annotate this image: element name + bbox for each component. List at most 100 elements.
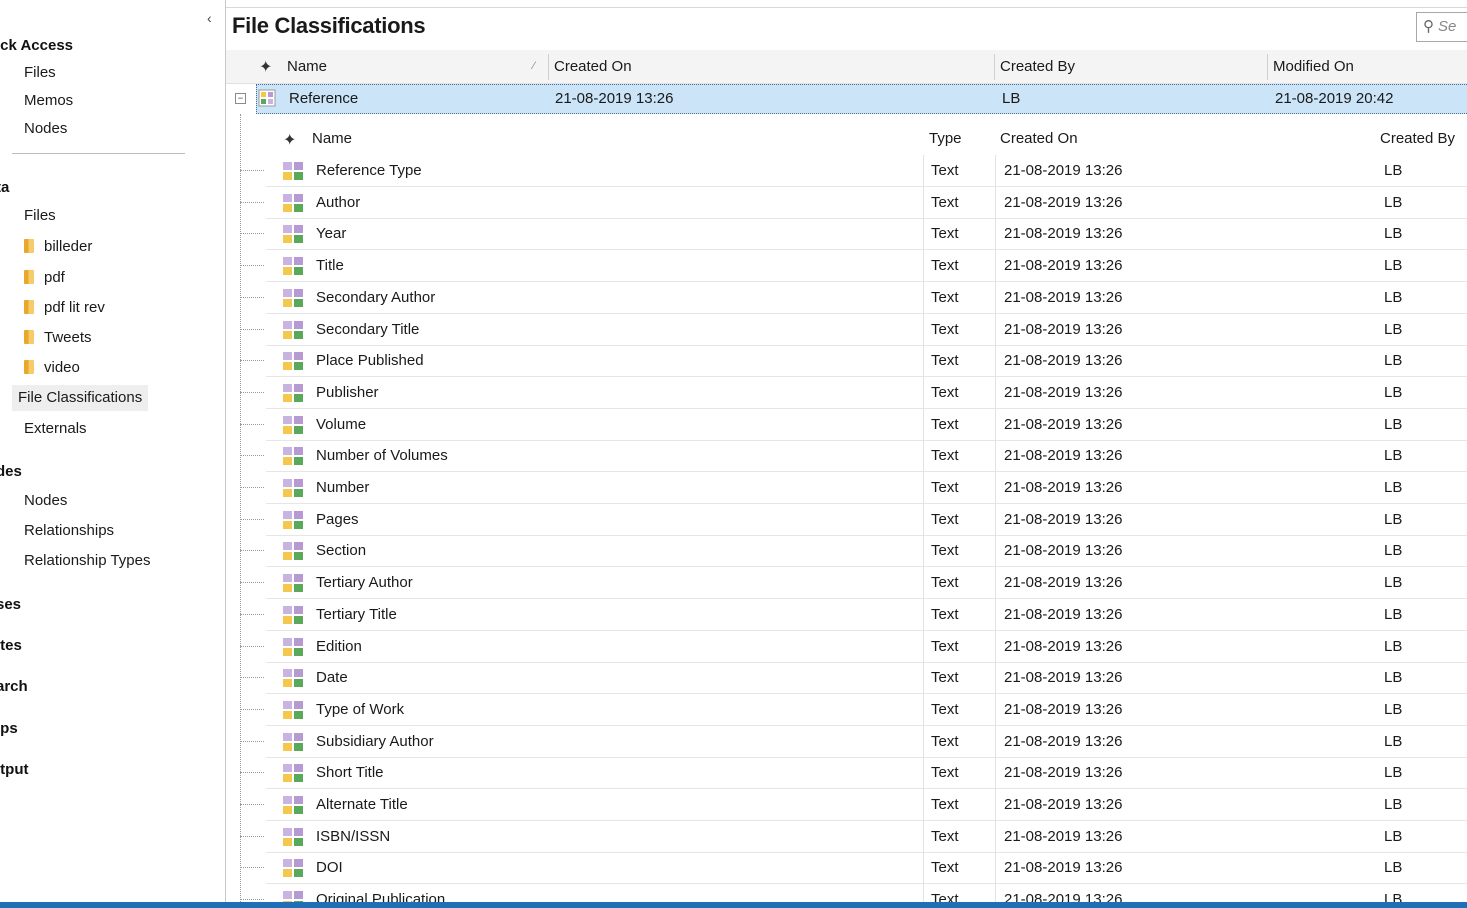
- nav-item-quick-nodes[interactable]: Nodes: [18, 116, 73, 142]
- nav-item-quick-memos[interactable]: Memos: [18, 88, 79, 114]
- attribute-icon: [283, 828, 303, 846]
- attribute-row[interactable]: ISBN/ISSN Text 21-08-2019 13:26 LB: [240, 821, 1467, 853]
- column-divider: [995, 662, 996, 693]
- column-header-created-on[interactable]: Created On: [554, 50, 632, 83]
- attribute-row[interactable]: Pages Text 21-08-2019 13:26 LB: [240, 504, 1467, 536]
- column-divider[interactable]: [994, 54, 995, 80]
- classification-row-reference[interactable]: Reference 21-08-2019 13:26 LB 21-08-2019…: [256, 84, 1467, 114]
- nav-folder-billeder[interactable]: billeder: [18, 234, 98, 260]
- collapse-nav-icon[interactable]: ‹: [207, 10, 212, 26]
- nav-section-notes[interactable]: ıtes: [0, 637, 22, 654]
- attribute-row[interactable]: Author Text 21-08-2019 13:26 LB: [240, 187, 1467, 219]
- attribute-name: Secondary Author: [316, 289, 436, 306]
- column-header-name[interactable]: Name: [287, 50, 327, 83]
- column-divider: [923, 662, 924, 693]
- attribute-type: Text: [931, 257, 959, 274]
- nav-item-externals[interactable]: Externals: [18, 416, 93, 442]
- pin-icon[interactable]: ✦: [283, 130, 296, 150]
- classification-icon: [258, 89, 276, 107]
- nav-section-quick-access[interactable]: ick Access: [0, 37, 73, 54]
- column-divider[interactable]: [548, 54, 549, 80]
- attribute-row[interactable]: Secondary Author Text 21-08-2019 13:26 LB: [240, 282, 1467, 314]
- column-header-created-by[interactable]: Created By: [1000, 50, 1075, 83]
- attribute-row[interactable]: Alternate Title Text 21-08-2019 13:26 LB: [240, 789, 1467, 821]
- nav-section-maps[interactable]: ıps: [0, 720, 18, 737]
- attribute-row[interactable]: Reference Type Text 21-08-2019 13:26 LB: [240, 155, 1467, 187]
- nav-item-codes-nodes[interactable]: Nodes: [18, 488, 73, 514]
- column-divider: [923, 409, 924, 440]
- column-divider: [923, 726, 924, 757]
- attribute-created-by: LB: [1384, 289, 1403, 306]
- attribute-created-by: LB: [1384, 479, 1403, 496]
- nav-section-output[interactable]: ıtput: [0, 761, 28, 778]
- attribute-row[interactable]: Tertiary Author Text 21-08-2019 13:26 LB: [240, 567, 1467, 599]
- search-input[interactable]: ⚲ Se: [1416, 12, 1467, 42]
- attribute-icon: [283, 352, 303, 370]
- column-divider: [923, 789, 924, 820]
- attribute-icon: [283, 289, 303, 307]
- column-divider: [995, 250, 996, 281]
- attribute-type: Text: [931, 733, 959, 750]
- attribute-row[interactable]: Type of Work Text 21-08-2019 13:26 LB: [240, 694, 1467, 726]
- nav-item-relationships[interactable]: Relationships: [18, 518, 120, 544]
- attribute-row[interactable]: Year Text 21-08-2019 13:26 LB: [240, 218, 1467, 250]
- nav-section-data[interactable]: ta: [0, 179, 9, 196]
- attribute-row[interactable]: Section Text 21-08-2019 13:26 LB: [240, 535, 1467, 567]
- column-divider: [923, 440, 924, 471]
- attribute-row[interactable]: Number of Volumes Text 21-08-2019 13:26 LB: [240, 440, 1467, 472]
- tree-connector-line: [240, 487, 264, 488]
- tree-connector-line: [240, 519, 264, 520]
- attr-column-header-created-on[interactable]: Created On: [1000, 122, 1078, 156]
- attribute-row[interactable]: Title Text 21-08-2019 13:26 LB: [240, 250, 1467, 282]
- attribute-row[interactable]: Secondary Title Text 21-08-2019 13:26 LB: [240, 314, 1467, 346]
- pin-icon[interactable]: ✦: [259, 57, 272, 77]
- attr-column-header-type[interactable]: Type: [929, 122, 962, 156]
- attribute-created-on: 21-08-2019 13:26: [1004, 606, 1123, 623]
- attribute-row[interactable]: Place Published Text 21-08-2019 13:26 LB: [240, 345, 1467, 377]
- tree-connector-line: [240, 550, 264, 551]
- attr-column-header-name[interactable]: Name: [312, 122, 352, 156]
- attribute-type: Text: [931, 384, 959, 401]
- attribute-row[interactable]: Number Text 21-08-2019 13:26 LB: [240, 472, 1467, 504]
- attribute-row[interactable]: Publisher Text 21-08-2019 13:26 LB: [240, 377, 1467, 409]
- nav-folder-video[interactable]: video: [18, 355, 86, 381]
- nav-section-codes[interactable]: des: [0, 463, 22, 480]
- attribute-row[interactable]: Edition Text 21-08-2019 13:26 LB: [240, 631, 1467, 663]
- nav-section-cases[interactable]: ses: [0, 596, 21, 613]
- nav-item-quick-files[interactable]: Files: [18, 60, 62, 86]
- column-divider: [995, 345, 996, 376]
- collapse-minus-icon[interactable]: −: [235, 93, 246, 104]
- nav-divider: [12, 153, 185, 154]
- attribute-row[interactable]: Volume Text 21-08-2019 13:26 LB: [240, 409, 1467, 441]
- attribute-type: Text: [931, 859, 959, 876]
- attribute-created-by: LB: [1384, 606, 1403, 623]
- main-content: File Classifications ⚲ Se ✦ Name ⁄ Create…: [226, 0, 1467, 902]
- attribute-row[interactable]: Original Publication Text 21-08-2019 13:26…: [240, 884, 1467, 902]
- attribute-row[interactable]: DOI Text 21-08-2019 13:26 LB: [240, 852, 1467, 884]
- attribute-created-by: LB: [1384, 321, 1403, 338]
- column-divider: [923, 282, 924, 313]
- tree-connector-line: [240, 804, 264, 805]
- attr-column-header-created-by[interactable]: Created By: [1380, 122, 1455, 156]
- attribute-row[interactable]: Subsidiary Author Text 21-08-2019 13:26 LB: [240, 726, 1467, 758]
- nav-item-file-classifications[interactable]: File Classifications: [12, 385, 149, 411]
- attribute-row[interactable]: Date Text 21-08-2019 13:26 LB: [240, 662, 1467, 694]
- attribute-name: ISBN/ISSN: [316, 828, 391, 845]
- attribute-row[interactable]: Tertiary Title Text 21-08-2019 13:26 LB: [240, 599, 1467, 631]
- attribute-row[interactable]: Short Title Text 21-08-2019 13:26 LB: [240, 757, 1467, 789]
- attribute-name: Section: [316, 542, 367, 559]
- nav-item-relationship-types[interactable]: Relationship Types: [18, 548, 156, 574]
- column-divider: [995, 852, 996, 883]
- attribute-type: Text: [931, 764, 959, 781]
- column-divider[interactable]: [1267, 54, 1268, 80]
- nav-folder-pdf[interactable]: pdf: [18, 265, 71, 291]
- nav-folder-tweets[interactable]: Tweets: [18, 325, 98, 351]
- column-divider: [995, 155, 996, 186]
- attribute-icon: [283, 257, 303, 275]
- top-divider: [226, 7, 1467, 8]
- attribute-icon: [283, 479, 303, 497]
- nav-item-data-files[interactable]: Files: [18, 203, 62, 229]
- nav-section-search[interactable]: arch: [0, 678, 28, 695]
- column-header-modified-on[interactable]: Modified On: [1273, 50, 1354, 83]
- nav-folder-pdf-lit-rev[interactable]: pdf lit rev: [18, 295, 111, 321]
